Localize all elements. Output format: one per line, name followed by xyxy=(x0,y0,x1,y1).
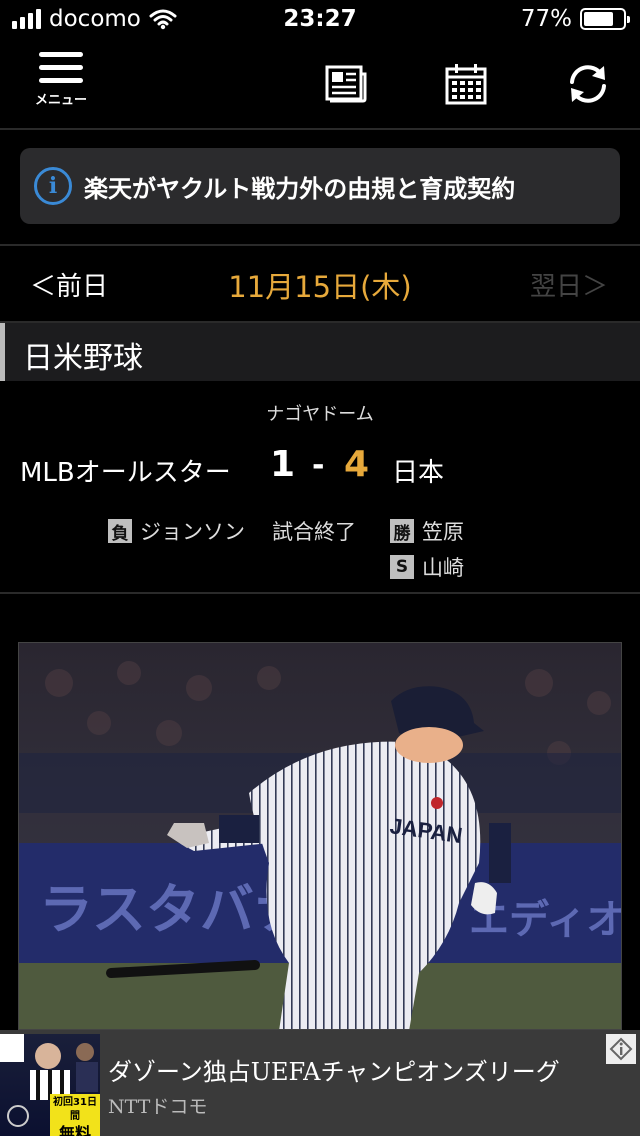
away-team: MLBオールスター xyxy=(20,458,231,488)
losing-pitcher: 負 ジョンソン xyxy=(108,516,245,546)
menu-button[interactable]: メニュー xyxy=(30,52,92,122)
ad-badge-big: 無料 xyxy=(58,1124,91,1136)
winning-pitcher-name: 笠原 xyxy=(422,520,464,544)
league-header: 日米野球 xyxy=(0,323,640,381)
save-pitcher: S 山崎 xyxy=(390,552,464,582)
status-bar: docomo 23:27 77% xyxy=(0,0,640,40)
ad-badge-small: 初回31日間 xyxy=(53,1097,97,1122)
next-day-button: 翌日＞ xyxy=(529,272,608,302)
game-divider xyxy=(0,592,640,594)
status-right: 77% xyxy=(520,6,630,32)
battery-percent: 77% xyxy=(520,6,572,32)
away-score: 1 xyxy=(270,444,296,485)
venue: ナゴヤドーム xyxy=(266,404,374,425)
game-card[interactable]: ナゴヤドーム MLBオールスター 1 - 4 日本 負 ジョンソン 試合終了 勝… xyxy=(0,382,640,592)
score-separator: - xyxy=(312,448,325,483)
news-photo[interactable]: ラスタバナナ エディオン JAPAN xyxy=(18,642,622,1030)
battery-icon xyxy=(580,8,630,30)
game-status: 試合終了 xyxy=(272,520,356,544)
loss-badge: 負 xyxy=(108,519,132,544)
menu-icon xyxy=(30,52,92,83)
info-icon: i xyxy=(34,167,72,205)
ad-title: ダゾーン独占UEFAチャンピオンズリーグ xyxy=(108,1058,560,1086)
ad-banner[interactable]: 初回31日間 無料 ダゾーン独占UEFAチャンピオンズリーグ NTTドコモ xyxy=(0,1030,640,1136)
home-team: 日本 xyxy=(392,458,445,488)
home-score: 4 xyxy=(344,444,370,485)
news-banner[interactable]: i 楽天がヤクルト戦力外の由規と育成契約 xyxy=(20,148,620,224)
losing-pitcher-name: ジョンソン xyxy=(140,520,245,544)
date-navigation: ＜前日 11月15日(木) 翌日＞ xyxy=(0,246,640,322)
app-toolbar: メニュー xyxy=(0,42,640,128)
win-badge: 勝 xyxy=(390,519,414,544)
save-badge: S xyxy=(390,555,414,579)
baseball-player-photo: ラスタバナナ エディオン JAPAN xyxy=(19,643,621,1029)
menu-label: メニュー xyxy=(34,93,87,108)
ad-sponsor: NTTドコモ xyxy=(108,1096,208,1118)
winning-pitcher: 勝 笠原 xyxy=(390,516,464,546)
ad-choices-icon[interactable] xyxy=(606,1034,636,1064)
refresh-icon[interactable] xyxy=(566,62,610,106)
newspaper-icon[interactable] xyxy=(324,62,368,106)
calendar-icon[interactable] xyxy=(444,62,488,106)
news-headline: 楽天がヤクルト戦力外の由規と育成契約 xyxy=(84,174,516,203)
save-pitcher-name: 山崎 xyxy=(422,556,464,580)
league-name: 日米野球 xyxy=(23,341,143,376)
ad-free-badge: 初回31日間 無料 xyxy=(50,1094,100,1136)
toolbar-divider xyxy=(0,128,640,130)
